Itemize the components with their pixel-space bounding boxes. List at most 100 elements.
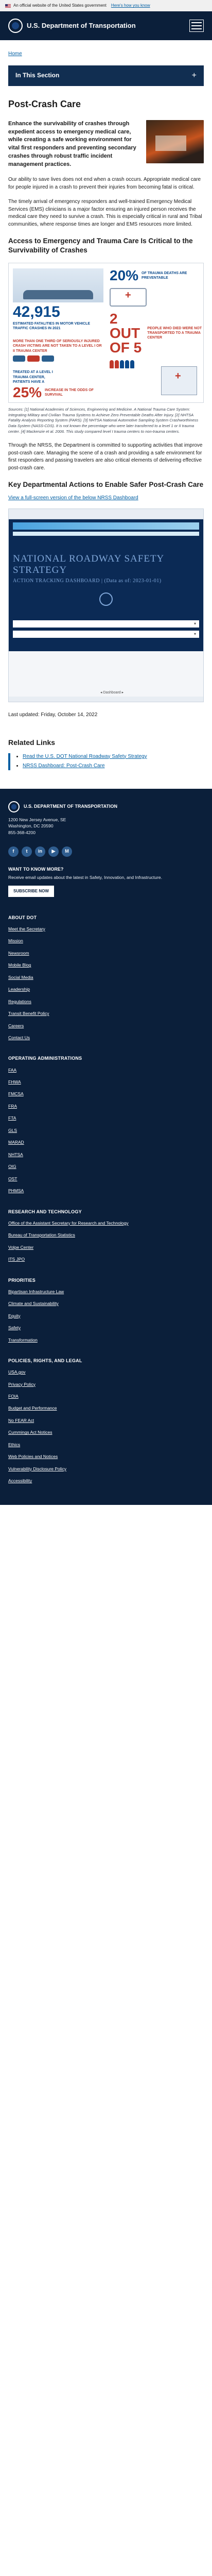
footer-list-about: Meet the Secretary Mission Newsroom Mobi… <box>8 926 204 1041</box>
subheading-actions: Key Departmental Actions to Enable Safer… <box>8 481 204 489</box>
twitter-icon[interactable]: t <box>22 846 32 857</box>
footer-link[interactable]: FMCSA <box>8 1091 24 1096</box>
footer-link[interactable]: Ethics <box>8 1442 20 1447</box>
related-links-list: Read the U.S. DOT National Roadway Safet… <box>8 753 204 770</box>
footer-link[interactable]: FAA <box>8 1067 16 1073</box>
related-link-dashboard[interactable]: NRSS Dashboard: Post-Crash Care <box>23 763 105 769</box>
footer-link[interactable]: FTA <box>8 1115 16 1121</box>
subheading-access: Access to Emergency and Trauma Care Is C… <box>8 237 193 255</box>
footer-phone: 855-368-4200 <box>8 830 36 836</box>
dashboard-title: NATIONAL ROADWAY SAFETY STRATEGY <box>13 553 164 575</box>
know-more-heading: WANT TO KNOW MORE? <box>8 866 64 872</box>
footer-link[interactable]: Accessibility <box>8 1478 32 1483</box>
paragraph-3: Through the NRSS, the Department is comm… <box>8 443 203 471</box>
person-icon <box>120 360 124 368</box>
preventable-percent: 20% <box>110 267 139 283</box>
footer-link[interactable]: Meet the Secretary <box>8 926 45 931</box>
main-content: Post-Crash Care Enhance the survivabilit… <box>0 97 212 770</box>
social-links: f t in ▶ M <box>8 846 204 857</box>
page-title: Post-Crash Care <box>8 98 81 109</box>
footer-link[interactable]: ITS JPO <box>8 1257 25 1262</box>
footer-link[interactable]: Mission <box>8 938 23 943</box>
paragraph-2: The timely arrival of emergency responde… <box>8 199 202 227</box>
subscribe-button[interactable]: SUBSCRIBE NOW <box>8 886 54 897</box>
dashboard-banner-strip <box>13 522 199 530</box>
footer-link[interactable]: Bipartisan Infrastructure Law <box>8 1289 64 1294</box>
breadcrumb: Home <box>0 40 212 58</box>
nrss-dashboard-embed[interactable]: NATIONAL ROADWAY SAFETY STRATEGY ACTION … <box>8 508 204 702</box>
footer-list-admins: FAA FHWA FMCSA FRA FTA GLS MARAD NHTSA O… <box>8 1067 204 1194</box>
breadcrumb-home[interactable]: Home <box>8 51 22 57</box>
facebook-icon[interactable]: f <box>8 846 19 857</box>
footer-link[interactable]: Budget and Performance <box>8 1405 57 1411</box>
survival-text: INCREASE IN THE ODDS OF SURVIVAL <box>45 388 94 397</box>
dashboard-subtitle: ACTION TRACKING DASHBOARD | (Data as of:… <box>13 578 162 584</box>
footer-link[interactable]: Equity <box>8 1313 21 1318</box>
footer-link[interactable]: Mobile Blog <box>8 962 31 968</box>
menu-icon[interactable] <box>189 20 204 32</box>
footer-link[interactable]: Climate and Sustainability <box>8 1301 59 1306</box>
related-link-item: NRSS Dashboard: Post-Crash Care <box>23 762 204 770</box>
car-icon <box>13 355 25 362</box>
footer-link[interactable]: Social Media <box>8 975 33 980</box>
trauma-center-caption: MORE THAN ONE THIRD OF SERIOUSLY INJURED… <box>13 339 102 353</box>
footer-heading-about: ABOUT DOT <box>8 914 37 920</box>
footer-link[interactable]: Careers <box>8 1023 24 1028</box>
dashboard-link-wrap: View a full-screen version of the below … <box>8 495 204 502</box>
youtube-icon[interactable]: ▶ <box>48 846 59 857</box>
footer-link[interactable]: Regulations <box>8 999 31 1004</box>
footer-link[interactable]: OST <box>8 1176 17 1181</box>
footer-link[interactable]: Office of the Assistant Secretary for Re… <box>8 1221 129 1226</box>
site-brand[interactable]: U.S. Department of Transportation <box>8 19 136 33</box>
footer-link[interactable]: FHWA <box>8 1079 21 1084</box>
footer-link[interactable]: Newsroom <box>8 951 29 956</box>
medium-icon[interactable]: M <box>62 846 72 857</box>
footer-link[interactable]: GLS <box>8 1128 17 1133</box>
road-illustration <box>13 268 103 302</box>
address-line-1: 1200 New Jersey Avenue, SE <box>8 817 66 822</box>
footer-link[interactable]: Volpe Center <box>8 1245 33 1250</box>
preventable-text: OF TRAUMA DEATHS ARE PREVENTABLE <box>142 271 187 280</box>
intro: Enhance the survivability of crashes thr… <box>8 120 204 170</box>
hospital-icon <box>161 366 197 395</box>
footer-brand[interactable]: U.S. DEPARTMENT OF TRANSPORTATION <box>8 801 204 812</box>
footer-link[interactable]: NHTSA <box>8 1152 23 1157</box>
footer-link[interactable]: MARAD <box>8 1140 24 1145</box>
footer-link[interactable]: Transformation <box>8 1337 38 1343</box>
footer-link[interactable]: Transit Benefit Policy <box>8 1011 49 1016</box>
section-nav-label: In This Section <box>15 71 60 79</box>
footer-link[interactable]: Contact Us <box>8 1035 30 1040</box>
linkedin-icon[interactable]: in <box>35 846 45 857</box>
footer-link[interactable]: FRA <box>8 1104 17 1109</box>
footer-heading-admins: OPERATING ADMINISTRATIONS <box>8 1056 82 1061</box>
footer-link[interactable]: Privacy Policy <box>8 1382 36 1387</box>
address-line-2: Washington, DC 20590 <box>8 823 54 829</box>
gov-banner-toggle[interactable]: Here's how you know <box>111 3 150 9</box>
plus-icon: + <box>191 71 197 80</box>
person-icon <box>130 360 134 368</box>
footer-link[interactable]: Web Policies and Notices <box>8 1454 58 1459</box>
footer-link[interactable]: USA.gov <box>8 1369 26 1375</box>
dashboard-filter-dropdown[interactable]: ▾ <box>13 630 199 638</box>
footer-link[interactable]: Vulnerability Disclosure Policy <box>8 1466 66 1471</box>
related-link-nrss[interactable]: Read the U.S. DOT National Roadway Safet… <box>23 754 147 759</box>
footer-link[interactable]: Safety <box>8 1325 21 1330</box>
car-icon <box>27 355 40 362</box>
site-footer: U.S. DEPARTMENT OF TRANSPORTATION 1200 N… <box>0 788 212 1505</box>
not-transported-ratio: 2 OUT OF 5 <box>110 310 142 355</box>
footer-link[interactable]: Leadership <box>8 987 30 992</box>
footer-link[interactable]: Bureau of Transportation Statistics <box>8 1232 75 1238</box>
dashboard-fullscreen-link[interactable]: View a full-screen version of the below … <box>8 495 138 501</box>
footer-link[interactable]: OIG <box>8 1164 16 1169</box>
dashboard-page-nav[interactable]: ◂ Dashboard ▸ <box>100 690 123 696</box>
stat-preventable: 20% OF TRAUMA DEATHS ARE PREVENTABLE <box>110 268 202 283</box>
person-icon <box>110 360 114 368</box>
section-nav-toggle[interactable]: In This Section + <box>8 65 204 86</box>
footer-link[interactable]: Cummings Act Notices <box>8 1430 52 1435</box>
us-flag-icon <box>5 4 11 8</box>
footer-link[interactable]: FOIA <box>8 1394 19 1399</box>
dashboard-filter-dropdown[interactable]: ▾ <box>13 620 199 628</box>
footer-link[interactable]: No FEAR Act <box>8 1418 34 1423</box>
footer-link[interactable]: PHMSA <box>8 1188 24 1193</box>
footer-address: 1200 New Jersey Avenue, SE Washington, D… <box>8 817 204 836</box>
